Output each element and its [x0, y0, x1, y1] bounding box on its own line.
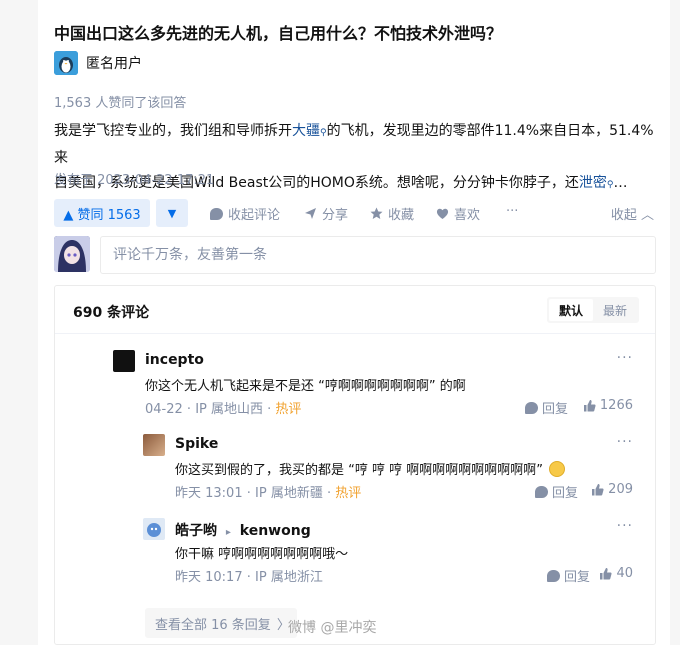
comment-date: 昨天 10:17 — [175, 570, 243, 585]
share-icon — [305, 208, 316, 219]
comment-like-button[interactable]: 1266 — [583, 398, 633, 413]
search-icon: ⚲ — [320, 128, 327, 138]
comment-icon — [535, 485, 548, 498]
author-name[interactable]: 匿名用户 — [86, 53, 142, 73]
thumbs-up-icon — [592, 484, 604, 496]
commenter-name[interactable]: 皓子哟 ▸ kenwong — [175, 520, 311, 540]
view-all-replies-button[interactable]: 查看全部 16 条回复 〉 — [145, 608, 297, 638]
more-options-button[interactable]: ··· — [506, 204, 518, 219]
commenter-name[interactable]: Spike — [175, 436, 218, 452]
comment-like-button[interactable]: 40 — [599, 566, 633, 581]
heart-icon — [436, 208, 449, 219]
keyword-link-xiemi[interactable]: 泄密 — [579, 175, 607, 191]
reply-to-name[interactable]: kenwong — [240, 523, 311, 539]
hot-comment-badge: 热评 — [275, 402, 302, 417]
publish-time: 发布于 2023-04-22 17:21 — [54, 173, 215, 188]
answer-card: 中国出口这么多先进的无人机，自己用什么？不怕技术外泄吗？ 匿名用户 1,563 … — [38, 0, 670, 645]
reply-label: 回复 — [542, 402, 569, 417]
hot-comment-badge: 热评 — [335, 486, 362, 501]
comment-icon — [525, 401, 538, 414]
collapse-answer-button[interactable]: 收起 ︿ — [611, 204, 654, 223]
comment-meta: 昨天 10:17 · IP 属地浙江 — [175, 570, 323, 585]
comment-reply-item: 皓子哟 ▸ kenwong ··· 你干嘛 哼啊啊啊啊啊啊啊哦～ 昨天 10:1… — [143, 518, 633, 590]
like-count: 209 — [608, 482, 633, 497]
anime-girl-avatar-icon — [54, 236, 90, 272]
question-title[interactable]: 中国出口这么多先进的无人机，自己用什么？不怕技术外泄吗？ — [54, 20, 502, 44]
comment-more-button[interactable]: ··· — [617, 350, 633, 366]
sort-latest-tab[interactable]: 最新 — [593, 299, 637, 321]
thinking-emoji-icon — [549, 461, 565, 477]
commenter-name[interactable]: incepto — [145, 352, 204, 368]
comment-ip-location: IP 属地山西 — [195, 402, 263, 417]
current-user-avatar — [54, 236, 90, 272]
comment-input-row: 评论千万条，友善第一条 — [54, 236, 656, 274]
action-bar: ▲ 赞同 1563 ▼ 收起评论 分享 收藏 喜欢 ··· 收起 ︿ — [54, 199, 654, 229]
reply-label: 回复 — [552, 486, 579, 501]
comment-text: 你干嘛 哼啊啊啊啊啊啊啊哦～ — [175, 547, 349, 562]
comment-meta: 昨天 13:01 · IP 属地新疆 · 热评 — [175, 486, 362, 501]
comment-date: 昨天 13:01 — [175, 486, 243, 501]
like-label: 喜欢 — [454, 208, 481, 223]
reply-label: 回复 — [564, 570, 591, 585]
comment-like-button[interactable]: 209 — [591, 482, 633, 497]
comment-icon — [547, 569, 560, 582]
comment-text: 你这买到假的了，我买的都是 “哼 哼 哼 啊啊啊啊啊啊啊啊啊啊” — [175, 459, 565, 478]
upvote-button[interactable]: ▲ 赞同 1563 — [54, 199, 150, 227]
commenter-name-text: 皓子哟 — [175, 523, 217, 539]
thumbs-up-icon — [583, 400, 596, 412]
like-count: 40 — [616, 566, 633, 581]
share-label: 分享 — [322, 208, 349, 223]
commenter-avatar[interactable] — [143, 518, 165, 540]
comment-item: incepto ··· 你这个无人机飞起来是不是还 “哼啊啊啊啊啊啊啊” 的啊 … — [113, 350, 633, 422]
like-button[interactable]: 喜欢 — [436, 204, 480, 223]
reply-button[interactable]: 回复 — [547, 566, 590, 585]
comment-text-body: 你这买到假的了，我买的都是 “哼 哼 哼 啊啊啊啊啊啊啊啊啊啊” — [175, 463, 543, 478]
comments-panel: 690 条评论 默认 最新 incepto ··· 你这个无人机飞起来是不是还 … — [54, 285, 656, 645]
upvote-summary: 1,563 人赞同了该回答 — [54, 96, 187, 111]
thumbs-up-icon — [600, 568, 613, 580]
keyword-link-dajiang[interactable]: 大疆 — [292, 123, 320, 139]
share-button[interactable]: 分享 — [304, 204, 348, 223]
favorite-button[interactable]: 收藏 — [370, 204, 414, 223]
commenter-avatar[interactable] — [113, 350, 135, 372]
reply-button[interactable]: 回复 — [525, 398, 568, 417]
comments-count: 690 条评论 — [73, 305, 150, 321]
body-text-segment: 我是学飞控专业的，我们组和导师拆开 — [54, 123, 292, 139]
comment-meta: 04-22 · IP 属地山西 · 热评 — [145, 402, 302, 417]
star-icon — [370, 207, 383, 219]
sort-default-tab[interactable]: 默认 — [548, 299, 593, 321]
comment-input[interactable]: 评论千万条，友善第一条 — [100, 236, 656, 274]
view-all-replies-label: 查看全部 16 条回复 — [155, 617, 271, 633]
downvote-button[interactable]: ▼ — [156, 199, 188, 227]
author-avatar[interactable] — [54, 51, 78, 75]
read-more-ellipsis[interactable]: … — [613, 175, 627, 191]
reply-button[interactable]: 回复 — [535, 482, 578, 501]
comments-header: 690 条评论 默认 最新 — [55, 286, 655, 334]
comment-icon — [210, 207, 223, 220]
comment-ip-location: IP 属地新疆 — [255, 486, 323, 501]
commenter-avatar[interactable] — [143, 434, 165, 456]
collapse-comments-label: 收起评论 — [228, 208, 281, 223]
comment-date: 04-22 — [145, 402, 183, 417]
answer-body-line-1: 我是学飞控专业的，我们组和导师拆开大疆⚲的飞机，发现里边的零部件11.4%来自日… — [54, 119, 656, 171]
comment-more-button[interactable]: ··· — [617, 434, 633, 450]
cartoon-avatar-icon — [147, 523, 161, 537]
comment-text: 你这个无人机飞起来是不是还 “哼啊啊啊啊啊啊啊” 的啊 — [145, 379, 466, 394]
comment-reply-item: Spike ··· 你这买到假的了，我买的都是 “哼 哼 哼 啊啊啊啊啊啊啊啊啊… — [143, 434, 633, 506]
comment-more-button[interactable]: ··· — [617, 518, 633, 534]
anonymous-penguin-icon — [54, 51, 78, 75]
weibo-watermark: 微博 @里冲奕 — [288, 620, 377, 636]
like-count: 1266 — [599, 398, 633, 413]
comment-ip-location: IP 属地浙江 — [255, 570, 323, 585]
favorite-label: 收藏 — [388, 208, 415, 223]
reply-to-arrow-icon: ▸ — [225, 527, 231, 538]
collapse-comments-button[interactable]: 收起评论 — [210, 204, 280, 223]
comment-sort-toggle: 默认 最新 — [546, 297, 639, 323]
